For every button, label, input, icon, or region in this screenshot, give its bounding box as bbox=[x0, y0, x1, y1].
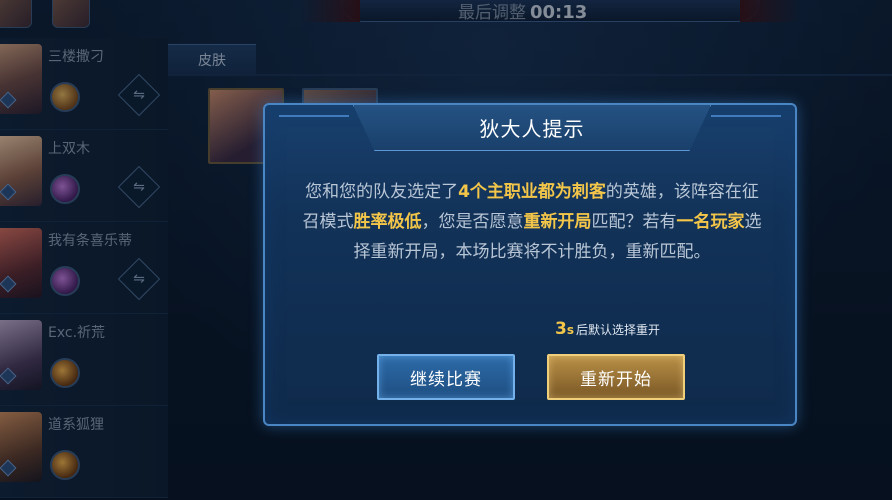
highlight-text: 重新开局 bbox=[523, 212, 592, 232]
header-decoration bbox=[279, 115, 349, 117]
message-text: 匹配？若有 bbox=[591, 212, 677, 232]
highlight-text: 一名玩家 bbox=[676, 212, 745, 232]
dialog-title: 狄大人提示 bbox=[479, 117, 585, 141]
dialog-header: 狄大人提示 bbox=[353, 105, 711, 151]
message-text: ，您是否愿意 bbox=[421, 212, 524, 232]
dialog-message: 您和您的队友选定了4个主职业都为刺客的英雄，该阵容在征召模式胜率极低，您是否愿意… bbox=[299, 177, 765, 267]
header-decoration bbox=[711, 115, 781, 117]
countdown-text: 后默认选择重开 bbox=[576, 323, 661, 337]
restart-match-button[interactable]: 重新开始 bbox=[547, 354, 685, 400]
message-text: 您和您的队友选定了 bbox=[305, 182, 459, 202]
lineup-warning-dialog: 狄大人提示 您和您的队友选定了4个主职业都为刺客的英雄，该阵容在征召模式胜率极低… bbox=[263, 103, 797, 426]
continue-match-button[interactable]: 继续比赛 bbox=[377, 354, 515, 400]
countdown-number: 3 bbox=[555, 319, 567, 339]
highlight-text: 胜率极低 bbox=[353, 212, 422, 232]
countdown-unit: s bbox=[566, 323, 574, 337]
countdown-notice: 3s 后默认选择重开 bbox=[555, 319, 660, 339]
highlight-text: 4个主职业都为刺客 bbox=[458, 182, 606, 202]
